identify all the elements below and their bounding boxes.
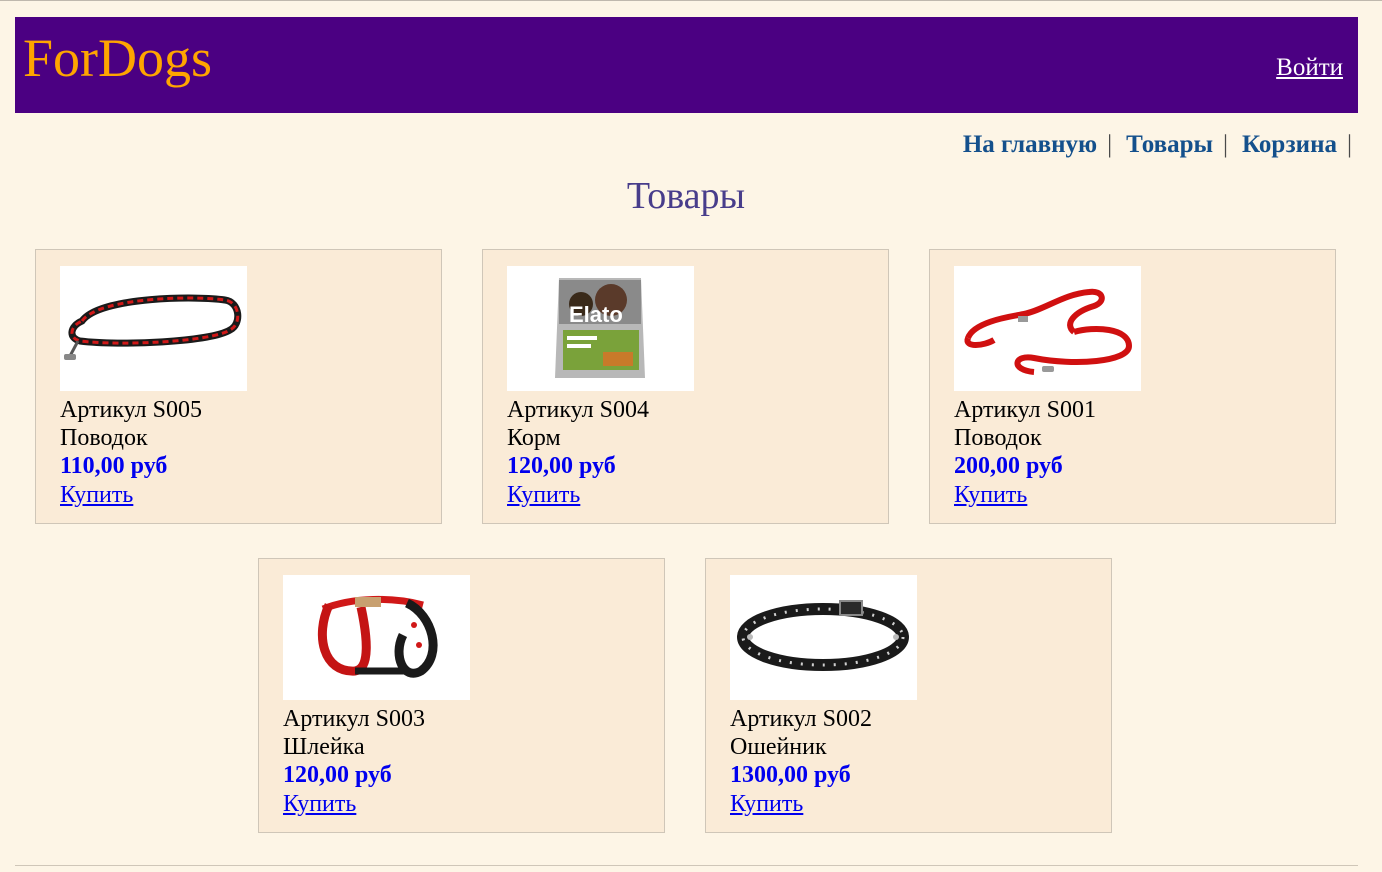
product-card: Артикул S005 Поводок 110,00 руб Купить <box>35 249 442 524</box>
product-sku: Артикул S002 <box>730 706 872 732</box>
red-leash-image[interactable] <box>954 266 1141 391</box>
product-price: 200,00 руб <box>954 453 1063 479</box>
nav-link-products[interactable]: Товары <box>1126 131 1213 158</box>
product-name: Поводок <box>954 425 1042 451</box>
buy-link[interactable]: Купить <box>60 481 133 509</box>
buy-link[interactable]: Купить <box>507 481 580 509</box>
product-price: 120,00 руб <box>283 762 392 788</box>
buy-link[interactable]: Купить <box>954 481 1027 509</box>
product-name: Шлейка <box>283 734 365 760</box>
product-name: Корм <box>507 425 561 451</box>
food-brand-text: Elato <box>569 302 623 327</box>
red-black-leash-image[interactable] <box>60 266 247 391</box>
nav-link-cart[interactable]: Корзина <box>1242 131 1337 158</box>
product-name: Поводок <box>60 425 148 451</box>
nav-separator: | <box>1223 131 1229 158</box>
product-card: Артикул S001 Поводок 200,00 руб Купить <box>929 249 1336 524</box>
product-price: 110,00 руб <box>60 453 168 479</box>
footer-divider <box>15 865 1358 866</box>
product-price: 120,00 руб <box>507 453 616 479</box>
nav-separator: | <box>1346 131 1352 158</box>
dog-harness-image[interactable] <box>283 575 470 700</box>
buy-link[interactable]: Купить <box>730 790 803 818</box>
product-name: Ошейник <box>730 734 827 760</box>
site-header: ForDogs Войти <box>15 17 1358 113</box>
product-sku: Артикул S003 <box>283 706 425 732</box>
product-card: Elato Артикул S004 Корм 120,00 руб Купит… <box>482 249 889 524</box>
dog-food-bag-image[interactable]: Elato <box>507 266 694 391</box>
nav-link-home[interactable]: На главную <box>963 131 1097 158</box>
product-card: Артикул S002 Ошейник 1300,00 руб Купить <box>705 558 1112 833</box>
site-logo[interactable]: ForDogs <box>23 27 212 89</box>
product-card: Артикул S003 Шлейка 120,00 руб Купить <box>258 558 665 833</box>
main-nav: На главную | Товары | Корзина | <box>963 130 1352 160</box>
page-title: Товары <box>626 175 746 217</box>
nav-separator: | <box>1107 131 1113 158</box>
buy-link[interactable]: Купить <box>283 790 356 818</box>
product-price: 1300,00 руб <box>730 762 851 788</box>
product-sku: Артикул S001 <box>954 397 1096 423</box>
product-sku: Артикул S005 <box>60 397 202 423</box>
login-link[interactable]: Войти <box>1276 54 1343 82</box>
product-sku: Артикул S004 <box>507 397 649 423</box>
spiked-collar-image[interactable] <box>730 575 917 700</box>
